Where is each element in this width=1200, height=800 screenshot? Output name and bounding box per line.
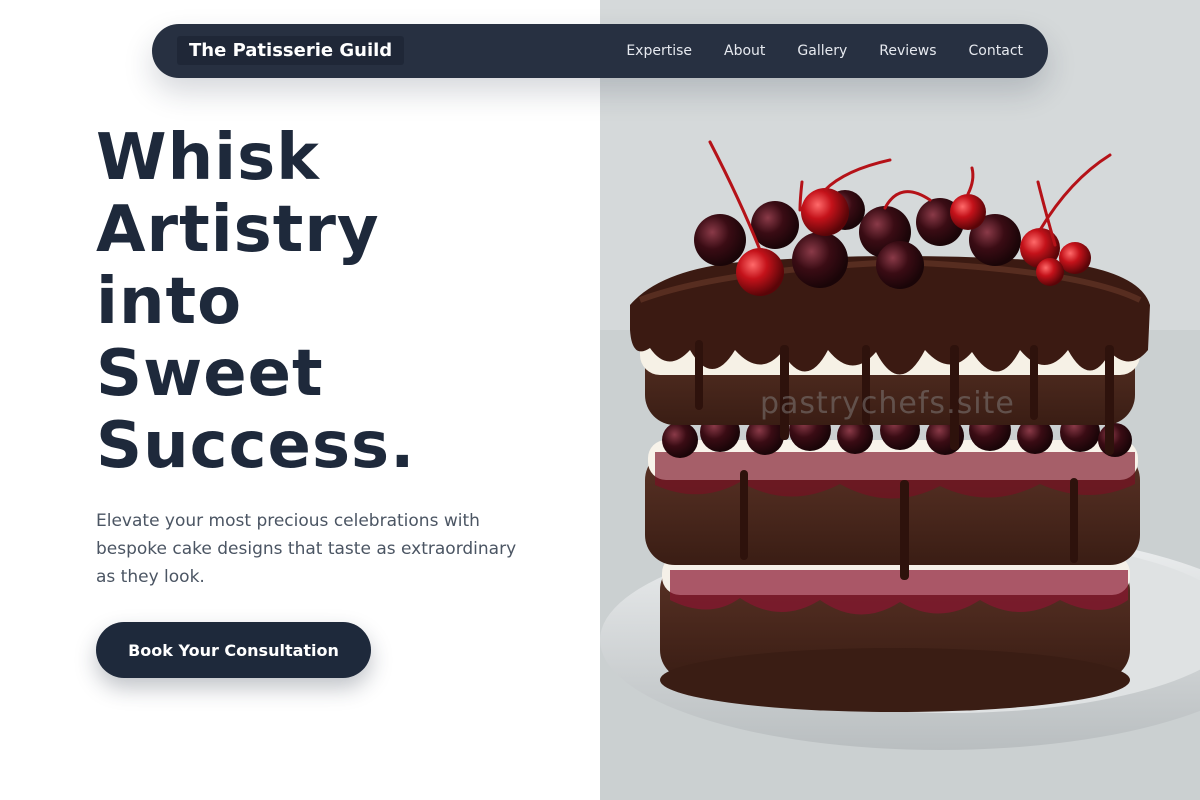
headline-line: Artistry [96, 193, 380, 267]
top-navbar: The Patisserie Guild Expertise About Gal… [152, 24, 1048, 78]
nav-link-reviews[interactable]: Reviews [879, 43, 936, 59]
image-watermark: pastrychefs.site [760, 386, 1015, 421]
headline-line: into [96, 265, 243, 339]
nav-link-gallery[interactable]: Gallery [797, 43, 847, 59]
nav-link-about[interactable]: About [724, 43, 765, 59]
headline-line: Sweet [96, 337, 324, 411]
headline-line: Whisk [96, 121, 320, 195]
hero-cake-image: pastrychefs.site [600, 0, 1200, 800]
headline-line: Success. [96, 409, 416, 483]
nav-link-contact[interactable]: Contact [969, 43, 1023, 59]
nav-link-expertise[interactable]: Expertise [626, 43, 692, 59]
nav-links: Expertise About Gallery Reviews Contact [626, 24, 1023, 78]
book-consultation-button[interactable]: Book Your Consultation [96, 622, 371, 678]
hero-headline: Whisk Artistry into Sweet Success. [96, 122, 576, 482]
brand-logo[interactable]: The Patisserie Guild [177, 36, 405, 65]
hero-subtitle: Elevate your most precious celebrations … [96, 511, 517, 587]
